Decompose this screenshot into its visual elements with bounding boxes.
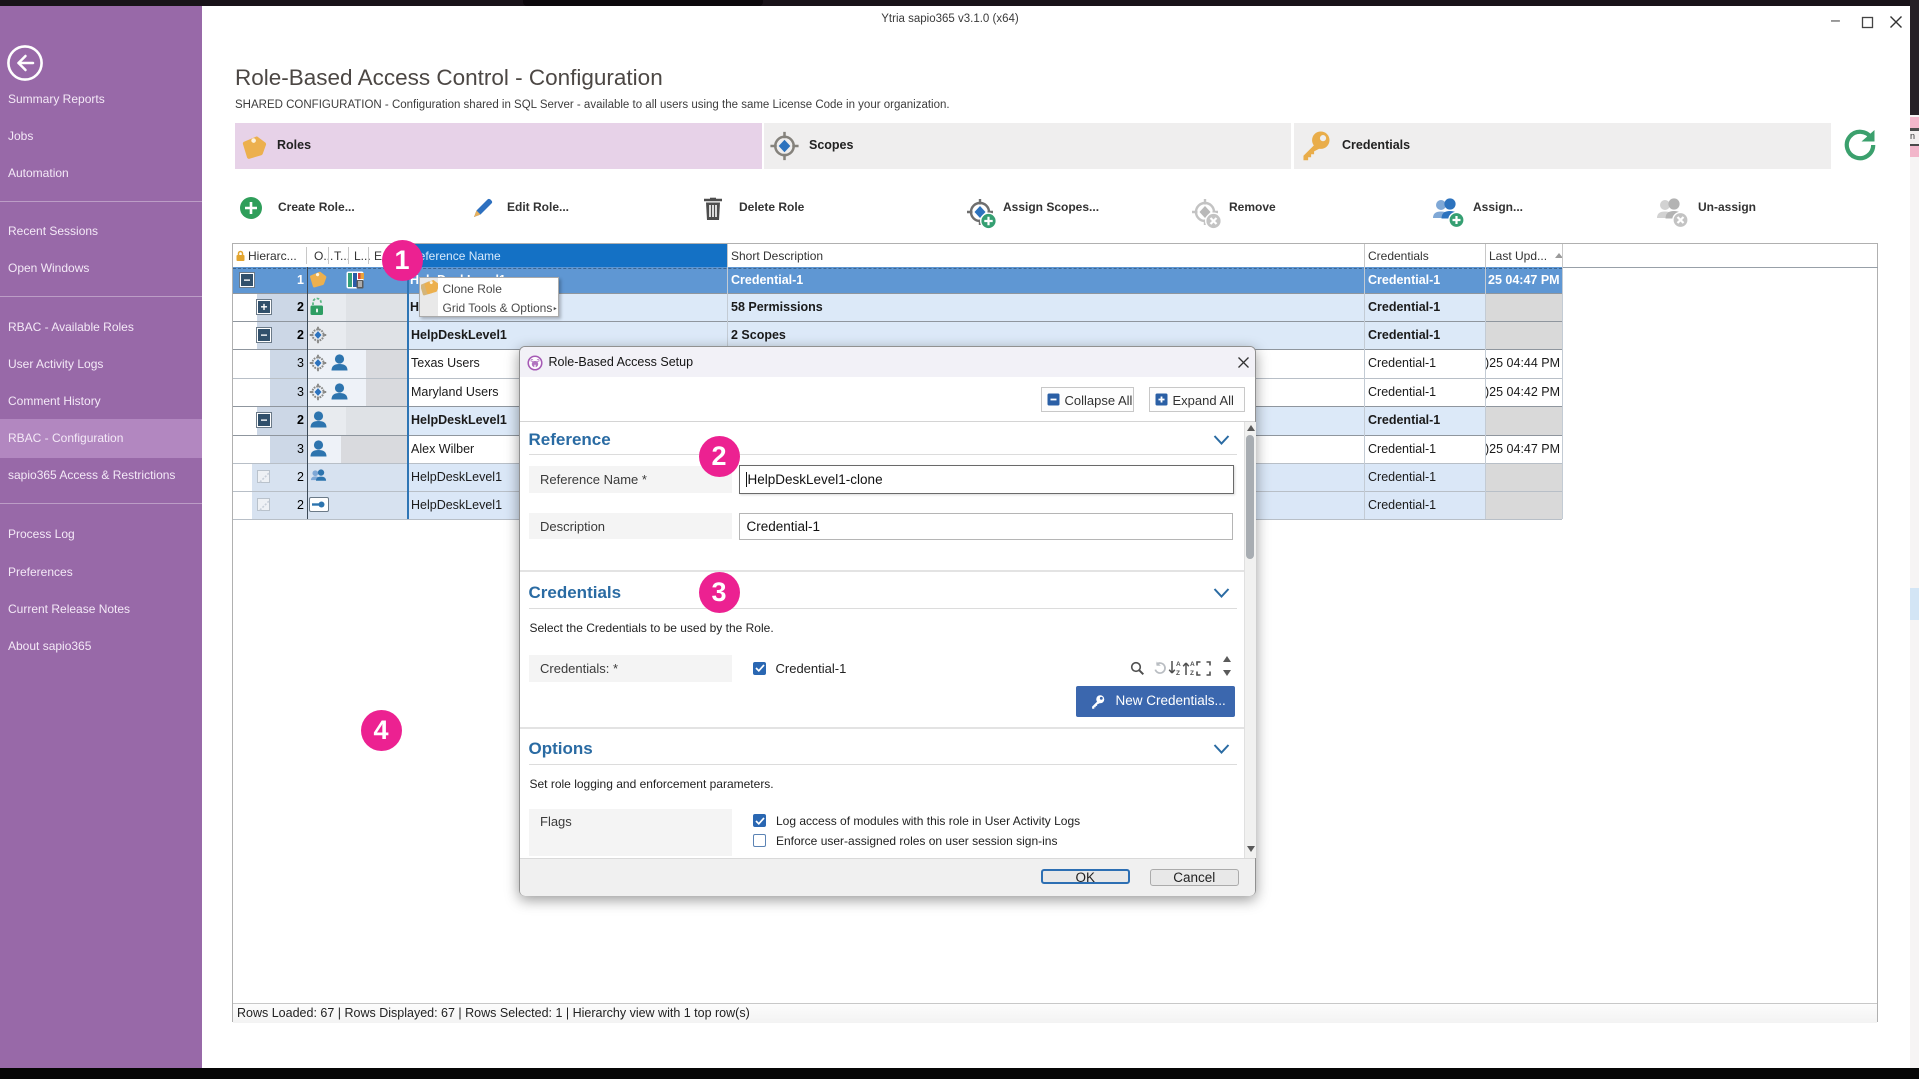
svg-text:A: A — [1176, 661, 1181, 668]
svg-text:A: A — [1190, 661, 1195, 668]
svg-text:Z: Z — [1176, 670, 1180, 676]
svg-text:Z: Z — [1190, 670, 1194, 676]
